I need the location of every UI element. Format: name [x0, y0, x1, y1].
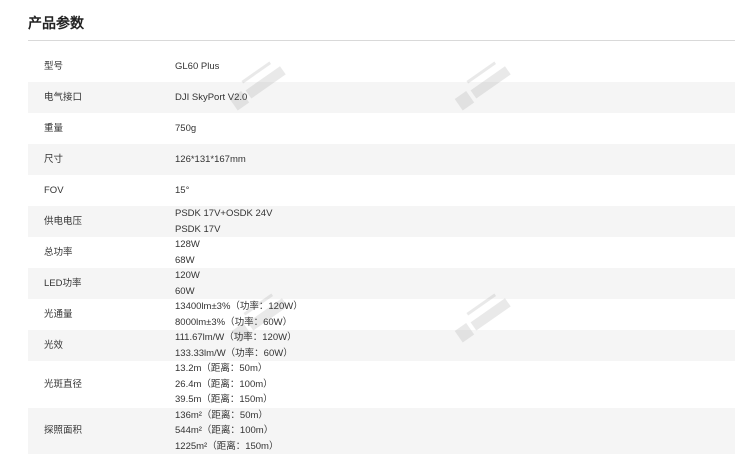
spec-label: 型号 [44, 60, 64, 72]
section-header: 产品参数 [28, 14, 735, 32]
spec-label: 光通量 [44, 308, 73, 320]
spec-value-line: DJI SkyPort V2.0 [175, 91, 248, 103]
spec-row: 光效 111.67lm/W（功率：120W） 133.33lm/W（功率：60W） [28, 330, 735, 361]
spec-value-line: 136m²（距离：50m） [175, 409, 268, 421]
spec-value: PSDK 17V+OSDK 24V PSDK 17V [146, 206, 735, 237]
spec-label: 重量 [44, 122, 64, 134]
spec-row: 供电电压 PSDK 17V+OSDK 24V PSDK 17V [28, 206, 735, 237]
spec-row: 型号 GL60 Plus [28, 51, 735, 82]
spec-value: 15° [146, 183, 735, 199]
spec-row: 电气接口 DJI SkyPort V2.0 [28, 82, 735, 113]
spec-row: 光斑直径 13.2m（距离：50m） 26.4m（距离：100m） 39.5m（距离：… [28, 361, 735, 408]
spec-value-line: 60W [175, 285, 195, 297]
spec-label: FOV [44, 184, 64, 196]
spec-label: 尺寸 [44, 153, 64, 165]
spec-label: 电气接口 [44, 91, 83, 103]
spec-value: 111.67lm/W（功率：120W） 133.33lm/W（功率：60W） [146, 330, 735, 361]
spec-value-line: 120W [175, 270, 200, 281]
spec-row: 总功率 128W 68W [28, 237, 735, 268]
spec-value-line: 13.2m（距离：50m） [175, 363, 268, 374]
section-divider [28, 40, 735, 41]
spec-value: 13400lm±3%（功率：120W） 8000lm±3%（功率：60W） [146, 299, 735, 330]
spec-row: 探照面积 136m²（距离：50m） 544m²（距离：100m） 1225m²（距离… [28, 407, 735, 455]
spec-value-line: 39.5m（距离：150m） [175, 394, 273, 405]
spec-value: 120W 60W [146, 268, 735, 299]
spec-label: 供电电压 [44, 215, 83, 227]
spec-row: LED功率 120W 60W [28, 268, 735, 299]
spec-value-line: 15° [175, 184, 190, 196]
spec-row: 重量 750g [28, 113, 735, 144]
spec-value-line: 68W [175, 254, 195, 266]
spec-value-line: PSDK 17V+OSDK 24V [175, 208, 273, 219]
spec-value-line: PSDK 17V [175, 223, 221, 235]
spec-value-line: 750g [175, 122, 197, 134]
spec-label: LED功率 [44, 277, 82, 289]
section-title: 产品参数 [28, 15, 84, 31]
spec-value-line: 111.67lm/W（功率：120W） [175, 332, 297, 343]
spec-value-line: 126*131*167mm [175, 153, 246, 165]
spec-label: 探照面积 [44, 425, 83, 436]
spec-row: 光通量 13400lm±3%（功率：120W） 8000lm±3%（功率：60W） [28, 299, 735, 330]
spec-value: DJI SkyPort V2.0 [146, 90, 735, 106]
spec-value-line: 128W [175, 239, 200, 250]
spec-row: 尺寸 126*131*167mm [28, 144, 735, 175]
spec-value-line: 544m²（距离：100m） [175, 425, 274, 436]
spec-value: 750g [146, 121, 735, 137]
spec-value-line: 133.33lm/W（功率：60W） [175, 347, 293, 359]
spec-label: 光斑直径 [44, 378, 83, 390]
spec-value-line: 8000lm±3%（功率：60W） [175, 316, 293, 328]
spec-value-line: 1225m²（距离：150m） [175, 440, 279, 452]
spec-value: 126*131*167mm [146, 152, 735, 168]
spec-label: 光效 [44, 339, 64, 351]
spec-label: 总功率 [44, 246, 73, 258]
spec-row: FOV 15° [28, 175, 735, 206]
spec-value-line: 26.4m（距离：100m） [175, 378, 273, 390]
spec-value: 13.2m（距离：50m） 26.4m（距离：100m） 39.5m（距离：150m… [146, 361, 735, 408]
spec-value-line: 13400lm±3%（功率：120W） [175, 301, 303, 312]
spec-value: 128W 68W [146, 237, 735, 268]
spec-table: 型号 GL60 Plus 电气接口 DJI SkyPort V2.0 重量 750g 尺寸 1… [28, 51, 735, 454]
spec-value-line: GL60 Plus [175, 60, 220, 72]
spec-value: 136m²（距离：50m） 544m²（距离：100m） 1225m²（距离：150… [146, 408, 735, 455]
spec-value: GL60 Plus [146, 59, 735, 75]
